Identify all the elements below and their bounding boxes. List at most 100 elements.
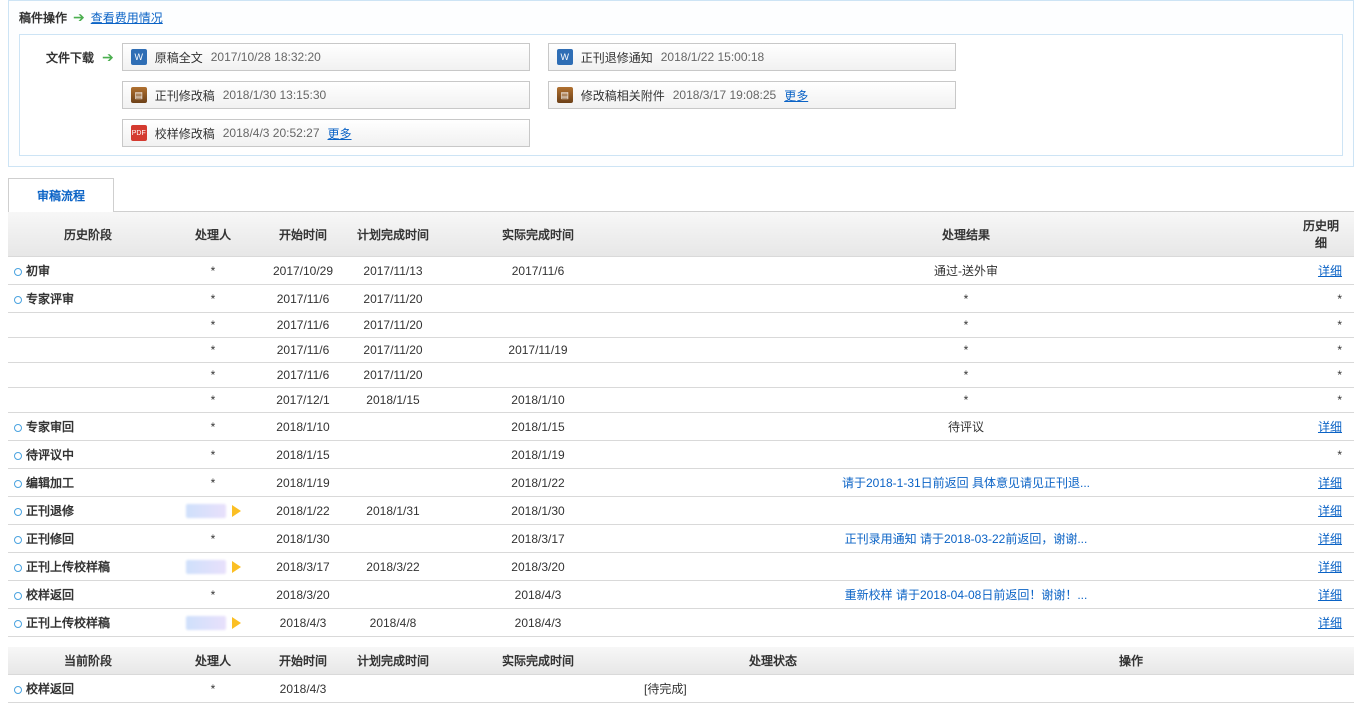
doc-file-icon: W [131, 49, 147, 65]
table-row: 初审*2017/10/292017/11/132017/11/6通过-送外审详细 [8, 257, 1354, 285]
cell-handler: * [168, 441, 258, 469]
cell-handler: * [168, 338, 258, 363]
ops-label: 稿件操作 [19, 9, 67, 26]
cell-actual: 2018/1/22 [438, 469, 638, 497]
cell-start: 2017/11/6 [258, 363, 348, 388]
detail-link[interactable]: 详细 [1318, 532, 1342, 546]
cell-detail: * [1294, 338, 1354, 363]
cell-plan: 2017/11/20 [348, 313, 438, 338]
download-panel: 文件下载 ➔ W原稿全文2017/10/28 18:32:20▤正刊修改稿201… [19, 34, 1343, 156]
phase-name: 初审 [26, 264, 50, 278]
play-icon[interactable] [232, 617, 241, 629]
download-name: 修改稿相关附件 [581, 87, 665, 104]
cell-start: 2018/3/17 [258, 553, 348, 581]
phase-name: 专家评审 [26, 292, 74, 306]
cell-actual: 2018/1/30 [438, 497, 638, 525]
phase-name: 专家审回 [26, 420, 74, 434]
cell-plan [348, 469, 438, 497]
arrow-right-icon: ➔ [73, 9, 85, 26]
current-row: 校样返回 * 2018/4/3 [待完成] [8, 675, 1354, 703]
detail-link[interactable]: 详细 [1318, 264, 1342, 278]
detail-link[interactable]: 详细 [1318, 616, 1342, 630]
table-row: *2017/11/62017/11/20** [8, 313, 1354, 338]
download-item[interactable]: ▤ 修改稿相关附件 2018/3/17 19:08:25 更多 [548, 81, 956, 109]
zip-file-icon: ▤ [557, 87, 573, 103]
table-row: 正刊退修2018/1/222018/1/312018/1/30详细 [8, 497, 1354, 525]
cell-plan: 2018/1/15 [348, 388, 438, 413]
cell-detail: 详细 [1294, 257, 1354, 285]
bullet-icon [14, 564, 22, 572]
history-table-wrap: 历史阶段 处理人 开始时间 计划完成时间 实际完成时间 处理结果 历史明细 初审… [8, 212, 1354, 703]
download-name: 正刊修改稿 [155, 87, 215, 104]
detail-link[interactable]: 详细 [1318, 504, 1342, 518]
download-name: 正刊退修通知 [581, 49, 653, 66]
handler-blur [186, 504, 226, 518]
play-icon[interactable] [232, 505, 241, 517]
cell-plan [348, 413, 438, 441]
tab-review-process[interactable]: 审稿流程 [8, 178, 114, 212]
cur-hdr-plan: 计划完成时间 [348, 647, 438, 675]
cell-actual: 2018/1/10 [438, 388, 638, 413]
detail-link[interactable]: 详细 [1318, 560, 1342, 574]
download-more-link[interactable]: 更多 [784, 87, 808, 104]
detail-link[interactable]: 详细 [1318, 420, 1342, 434]
cell-result: 正刊录用通知 请于2018-03-22前返回，谢谢... [638, 525, 1294, 553]
table-row: 待评议中*2018/1/152018/1/19* [8, 441, 1354, 469]
download-item[interactable]: W原稿全文2017/10/28 18:32:20 [122, 43, 530, 71]
download-label: 文件下载 [32, 43, 94, 66]
cell-result [638, 441, 1294, 469]
cell-detail: * [1294, 313, 1354, 338]
phase-name: 待评议中 [26, 448, 74, 462]
cell-handler: * [168, 313, 258, 338]
download-item[interactable]: PDF校样修改稿2018/4/3 20:52:27更多 [122, 119, 530, 147]
cell-handler: * [168, 363, 258, 388]
handler-blur [186, 616, 226, 630]
table-row: *2017/12/12018/1/152018/1/10** [8, 388, 1354, 413]
cell-plan [348, 441, 438, 469]
download-ts: 2018/1/30 13:15:30 [223, 88, 326, 102]
cell-result [638, 609, 1294, 637]
cell-actual: 2018/4/3 [438, 609, 638, 637]
table-row: *2017/11/62017/11/20** [8, 363, 1354, 388]
cell-actual [438, 363, 638, 388]
cell-actual: 2018/1/15 [438, 413, 638, 441]
pdf-file-icon: PDF [131, 125, 147, 141]
cell-plan: 2017/11/13 [348, 257, 438, 285]
cur-start: 2018/4/3 [258, 675, 348, 703]
cell-handler: * [168, 285, 258, 313]
history-table: 历史阶段 处理人 开始时间 计划完成时间 实际完成时间 处理结果 历史明细 初审… [8, 212, 1354, 637]
download-item[interactable]: ▤正刊修改稿2018/1/30 13:15:30 [122, 81, 530, 109]
bullet-icon [14, 620, 22, 628]
phase-name: 编辑加工 [26, 476, 74, 490]
current-table: 当前阶段 处理人 开始时间 计划完成时间 实际完成时间 处理状态 操作 校样返回… [8, 647, 1354, 703]
download-more-link[interactable]: 更多 [328, 125, 352, 142]
cell-plan [348, 525, 438, 553]
tabs: 审稿流程 [8, 177, 1354, 212]
cell-result: * [638, 388, 1294, 413]
cell-detail: 详细 [1294, 469, 1354, 497]
cell-handler [168, 609, 258, 637]
detail-link[interactable]: 详细 [1318, 476, 1342, 490]
phase-name: 正刊上传校样稿 [26, 560, 110, 574]
cur-actual [438, 675, 638, 703]
cell-handler: * [168, 388, 258, 413]
cell-plan: 2018/3/22 [348, 553, 438, 581]
detail-link[interactable]: 详细 [1318, 588, 1342, 602]
cell-plan [348, 581, 438, 609]
download-ts: 2018/4/3 20:52:27 [223, 126, 320, 140]
download-ts: 2017/10/28 18:32:20 [211, 50, 321, 64]
result-link[interactable]: 正刊录用通知 请于2018-03-22前返回，谢谢... [845, 532, 1088, 546]
result-link[interactable]: 重新校样 请于2018-04-08日前返回！谢谢！... [845, 588, 1088, 602]
result-link[interactable]: 请于2018-1-31日前返回 具体意见请见正刊退... [842, 476, 1090, 490]
view-fees-link[interactable]: 查看费用情况 [91, 9, 163, 26]
download-item[interactable]: W正刊退修通知2018/1/22 15:00:18 [548, 43, 956, 71]
cur-hdr-actual: 实际完成时间 [438, 647, 638, 675]
table-row: 编辑加工*2018/1/192018/1/22请于2018-1-31日前返回 具… [8, 469, 1354, 497]
hdr-start: 开始时间 [258, 212, 348, 257]
cell-detail: * [1294, 363, 1354, 388]
cell-result: * [638, 338, 1294, 363]
table-row: 专家评审*2017/11/62017/11/20** [8, 285, 1354, 313]
play-icon[interactable] [232, 561, 241, 573]
table-row: 校样返回*2018/3/202018/4/3重新校样 请于2018-04-08日… [8, 581, 1354, 609]
download-ts: 2018/3/17 19:08:25 [673, 88, 776, 102]
